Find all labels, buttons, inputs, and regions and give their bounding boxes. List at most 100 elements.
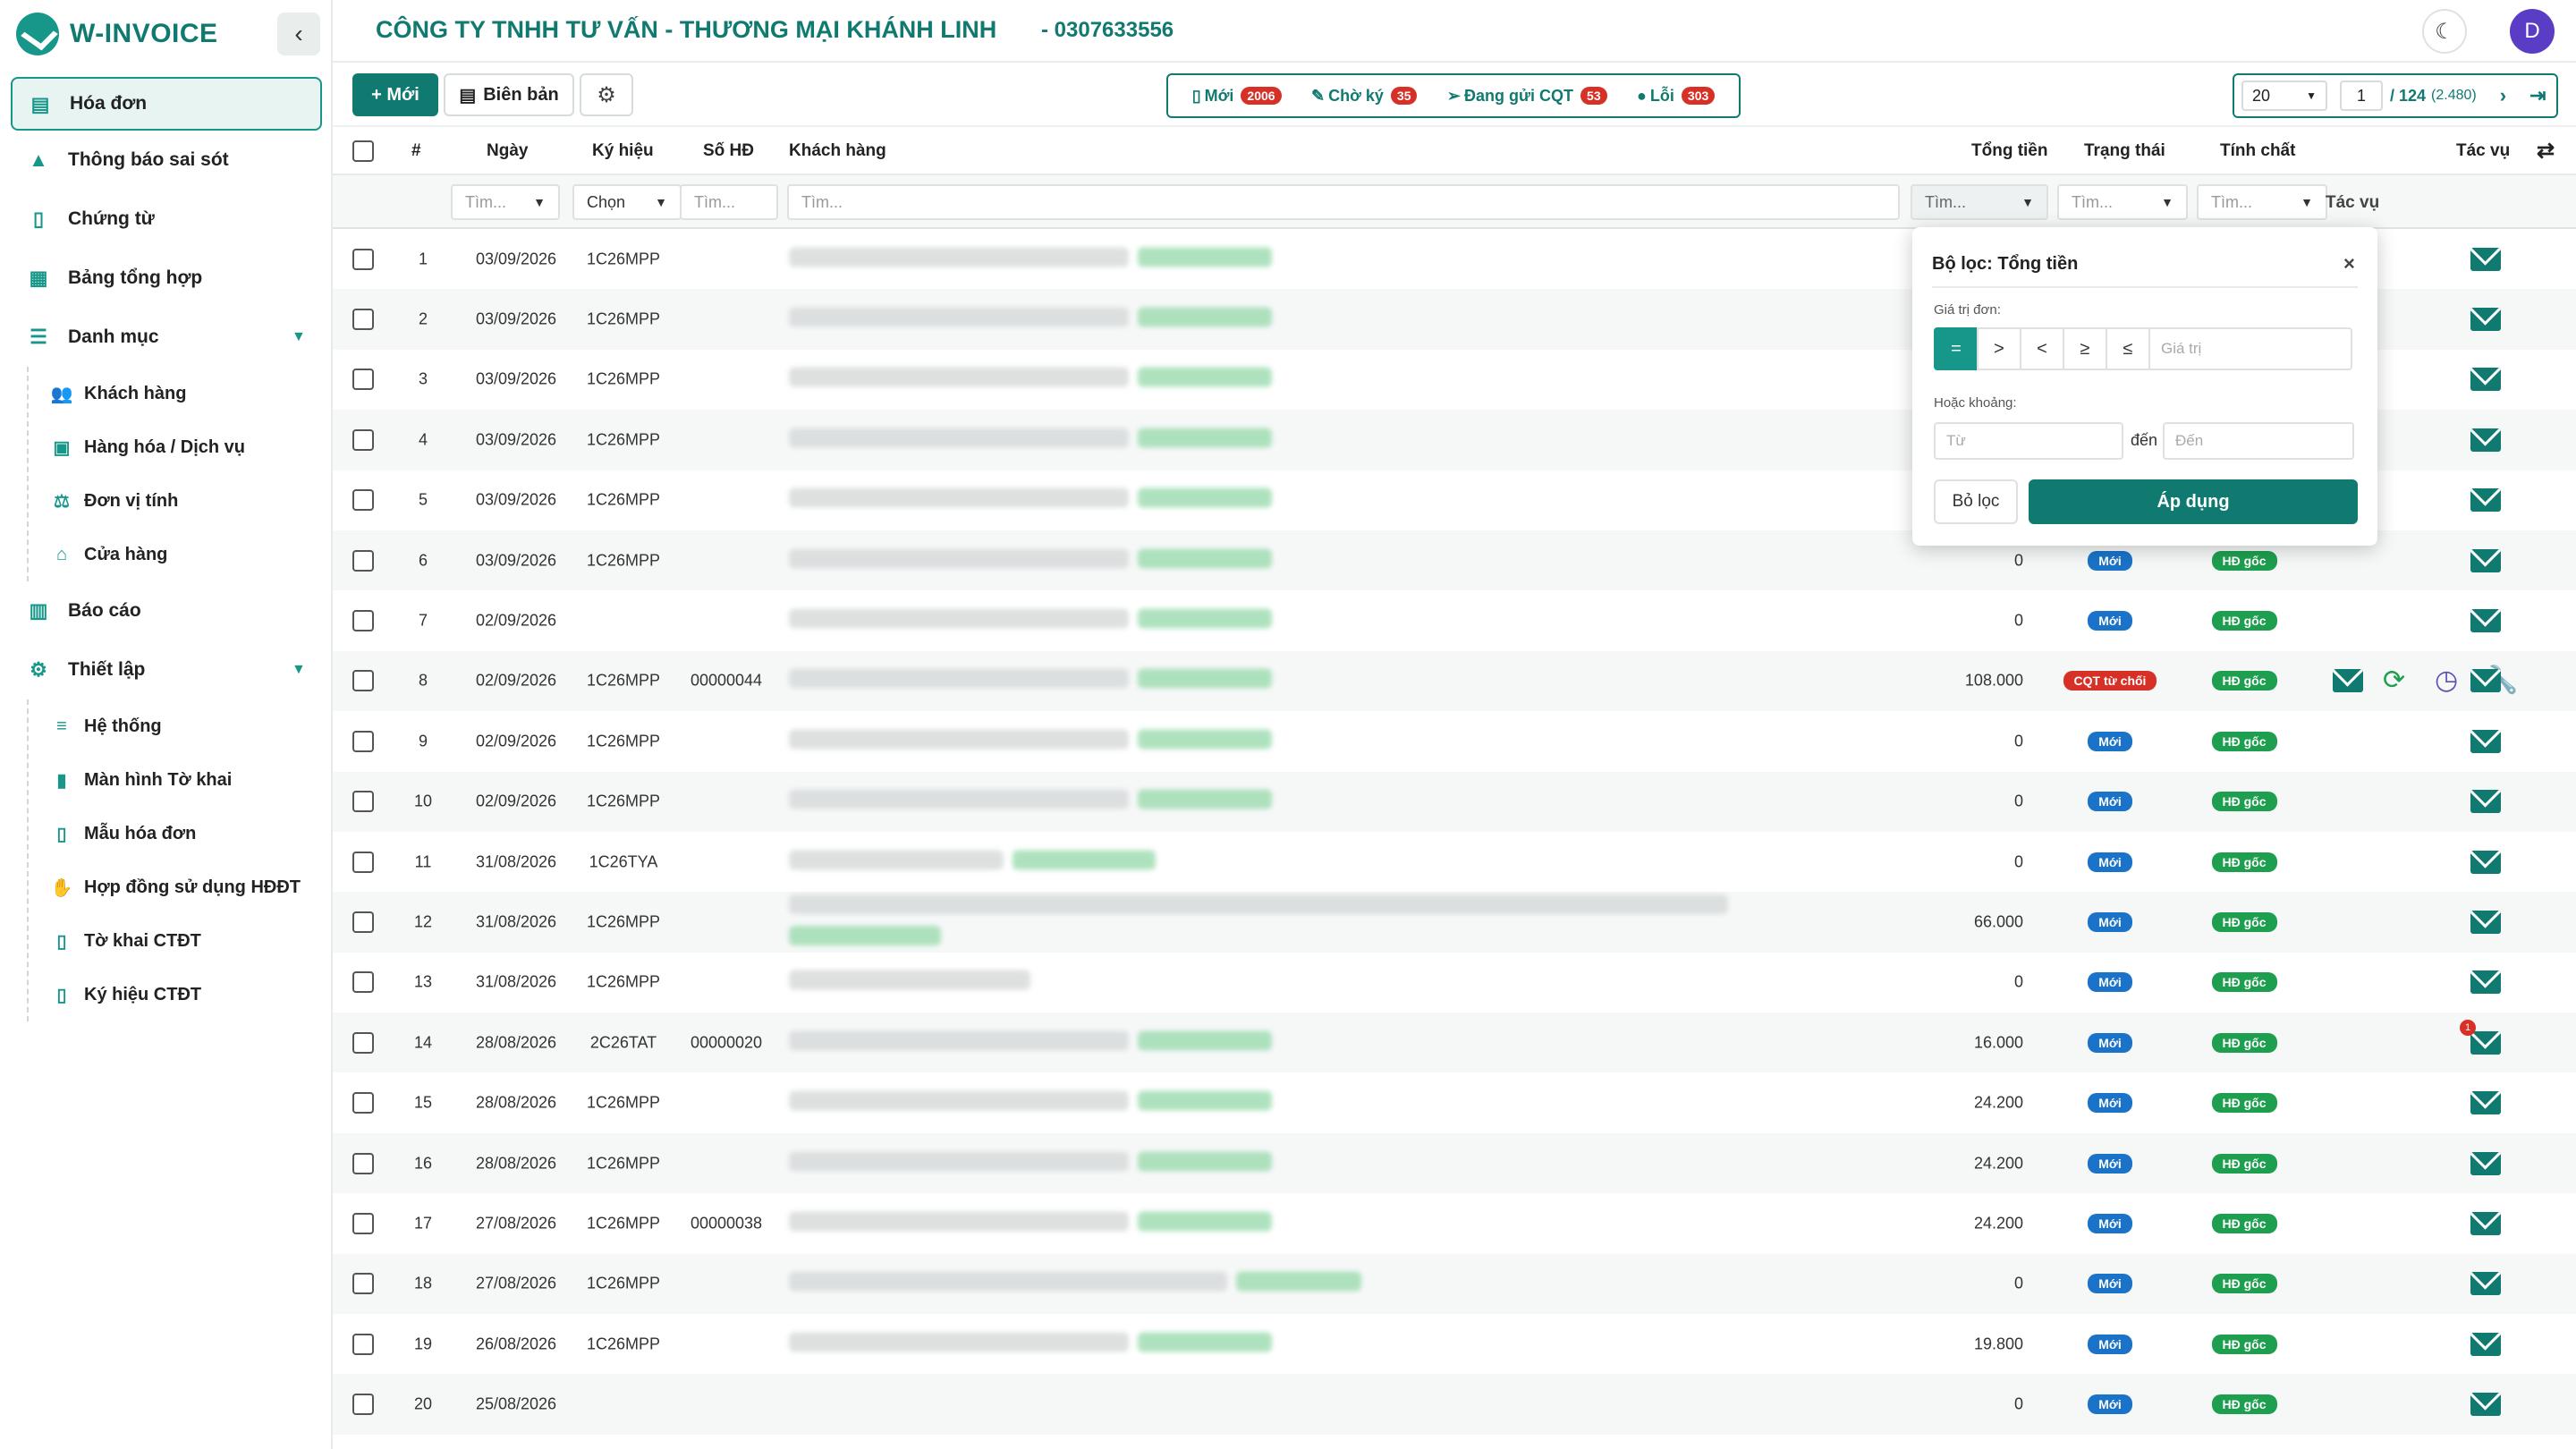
send-email-icon[interactable] xyxy=(2470,1272,2501,1296)
row-customer[interactable] xyxy=(789,1211,1916,1235)
customer-filter[interactable]: Tìm... xyxy=(787,184,1900,220)
last-page-icon[interactable]: ⇥ xyxy=(2529,84,2546,107)
new-invoice-button[interactable]: + Mới xyxy=(352,73,438,116)
send-email-icon[interactable] xyxy=(2470,428,2501,452)
send-email-icon[interactable] xyxy=(2470,1393,2501,1417)
send-email-icon[interactable] xyxy=(2470,1030,2501,1055)
row-customer[interactable] xyxy=(789,894,1916,950)
clear-filter-button[interactable]: Bỏ lọc xyxy=(1934,479,2018,524)
sidebar-item-invoice-templates[interactable]: ▯ Mẫu hóa đơn xyxy=(29,807,333,860)
send-email-icon[interactable] xyxy=(2470,368,2501,392)
send-email-icon[interactable] xyxy=(2470,247,2501,271)
operator-equals[interactable]: = xyxy=(1934,327,1977,370)
sidebar-item-summary[interactable]: ▦ Bảng tổng hợp xyxy=(0,249,333,308)
sidebar-item-contracts[interactable]: ✋ Hợp đồng sử dụng HĐĐT xyxy=(29,860,333,914)
table-row[interactable]: 15 28/08/2026 1C26MPP 24.200 Mới HĐ gốc xyxy=(333,1072,2576,1132)
send-email-icon[interactable] xyxy=(2470,609,2501,633)
operator-less[interactable]: < xyxy=(2020,327,2063,370)
row-customer[interactable] xyxy=(789,1090,1916,1115)
col-status[interactable]: Trạng thái xyxy=(2084,141,2165,161)
avatar[interactable]: D xyxy=(2510,9,2555,54)
sidebar-item-customers[interactable]: 👥 Khách hàng xyxy=(29,367,333,420)
value-input[interactable]: Giá trị xyxy=(2148,327,2352,370)
sidebar-item-ctdt-declaration[interactable]: ▯ Tờ khai CTĐT xyxy=(29,914,333,968)
nature-filter[interactable]: Tìm... ▼ xyxy=(2197,184,2327,220)
sidebar-item-catalog[interactable]: ☰ Danh mục ▼ xyxy=(0,308,333,367)
table-row[interactable]: 18 27/08/2026 1C26MPP 0 Mới HĐ gốc xyxy=(333,1253,2576,1315)
operator-greater[interactable]: > xyxy=(1977,327,2020,370)
row-checkbox[interactable] xyxy=(352,610,374,632)
row-customer[interactable] xyxy=(789,307,1916,332)
send-email-icon[interactable] xyxy=(2470,790,2501,814)
row-customer[interactable] xyxy=(789,729,1916,753)
table-row[interactable]: 16 28/08/2026 1C26MPP 24.200 Mới HĐ gốc xyxy=(333,1132,2576,1194)
dark-mode-toggle[interactable]: ☾ xyxy=(2422,9,2467,54)
send-email-icon[interactable] xyxy=(2470,1091,2501,1115)
row-customer[interactable] xyxy=(789,608,1916,633)
send-email-icon[interactable] xyxy=(2470,850,2501,874)
row-customer[interactable] xyxy=(789,970,1916,995)
table-row[interactable]: 9 02/09/2026 1C26MPP 0 Mới HĐ gốc xyxy=(333,711,2576,771)
collapse-sidebar-button[interactable]: ‹ xyxy=(277,13,320,55)
send-email-icon[interactable] xyxy=(2470,308,2501,332)
sidebar-item-settings[interactable]: ⚙ Thiết lập ▼ xyxy=(0,640,333,699)
row-checkbox[interactable] xyxy=(352,1394,374,1416)
table-row[interactable]: 17 27/08/2026 1C26MPP 00000038 24.200 Mới HĐ g… xyxy=(333,1193,2576,1253)
date-filter[interactable]: Tìm... ▼ xyxy=(451,184,560,220)
close-icon[interactable]: × xyxy=(2343,252,2355,275)
row-customer[interactable] xyxy=(789,668,1916,693)
row-customer[interactable] xyxy=(789,428,1916,452)
send-email-icon[interactable] xyxy=(2470,729,2501,753)
row-checkbox[interactable] xyxy=(352,670,374,692)
row-checkbox[interactable] xyxy=(352,1333,374,1355)
sidebar-item-invoices[interactable]: ▤ Hóa đơn xyxy=(11,77,322,131)
range-from-input[interactable]: Từ xyxy=(1934,422,2123,460)
row-checkbox[interactable] xyxy=(352,248,374,270)
total-filter[interactable]: Tìm... ▼ xyxy=(1911,184,2048,220)
col-nature[interactable]: Tính chất xyxy=(2220,141,2295,161)
select-all-checkbox[interactable] xyxy=(352,140,374,162)
row-customer[interactable] xyxy=(789,548,1916,572)
symbol-filter[interactable]: Chọn ▼ xyxy=(572,184,682,220)
current-page-input[interactable]: 1 xyxy=(2340,80,2383,111)
column-settings-icon[interactable]: ⇄ xyxy=(2537,138,2555,164)
operator-greater-equal[interactable]: ≥ xyxy=(2063,327,2106,370)
row-checkbox[interactable] xyxy=(352,369,374,391)
col-symbol[interactable]: Ký hiệu xyxy=(592,141,654,161)
row-checkbox[interactable] xyxy=(352,971,374,994)
table-row[interactable]: 7 02/09/2026 0 Mới HĐ gốc xyxy=(333,590,2576,650)
table-row[interactable]: 10 02/09/2026 1C26MPP 0 Mới HĐ gốc xyxy=(333,771,2576,832)
send-email-icon[interactable] xyxy=(2470,1332,2501,1356)
refresh-icon[interactable]: ⟳ xyxy=(2383,667,2405,694)
row-checkbox[interactable] xyxy=(352,1092,374,1114)
clock-icon[interactable]: ◷ xyxy=(2435,667,2458,694)
row-checkbox[interactable] xyxy=(352,1212,374,1234)
send-email-icon[interactable] xyxy=(2470,970,2501,995)
row-checkbox[interactable] xyxy=(352,428,374,451)
send-email-icon[interactable] xyxy=(2470,669,2501,693)
minutes-button[interactable]: ▤ Biên bản xyxy=(444,73,574,116)
row-customer[interactable] xyxy=(789,1151,1916,1175)
table-row[interactable]: 20 25/08/2026 0 Mới HĐ gốc xyxy=(333,1374,2576,1435)
sidebar-item-reports[interactable]: ▥ Báo cáo xyxy=(0,581,333,640)
row-customer[interactable] xyxy=(789,1030,1916,1055)
row-checkbox[interactable] xyxy=(352,1031,374,1054)
page-size-select[interactable]: 20 ▼ xyxy=(2241,80,2327,111)
send-email-icon[interactable] xyxy=(2470,1211,2501,1235)
col-number[interactable]: Số HĐ xyxy=(703,141,754,161)
sidebar-item-ctdt-symbols[interactable]: ▯ Ký hiệu CTĐT xyxy=(29,968,333,1021)
status-filter[interactable]: Tìm... ▼ xyxy=(2057,184,2188,220)
sidebar-item-units[interactable]: ⚖ Đơn vị tính xyxy=(29,474,333,528)
col-date[interactable]: Ngày xyxy=(487,141,528,161)
table-row[interactable]: 14 28/08/2026 2C26TAT 00000020 16.000 Mới HĐ g… xyxy=(333,1013,2576,1073)
row-checkbox[interactable] xyxy=(352,851,374,873)
sidebar-item-declaration-screen[interactable]: ▮ Màn hình Tờ khai xyxy=(29,753,333,807)
row-customer[interactable] xyxy=(789,1271,1916,1296)
status-chip-error[interactable]: ● Lỗi 303 xyxy=(1637,87,1716,106)
row-customer[interactable] xyxy=(789,789,1916,814)
row-customer[interactable] xyxy=(789,487,1916,513)
sidebar-item-stores[interactable]: ⌂ Cửa hàng xyxy=(29,528,333,581)
row-checkbox[interactable] xyxy=(352,489,374,512)
range-to-input[interactable]: Đến xyxy=(2163,422,2354,460)
sidebar-item-goods[interactable]: ▣ Hàng hóa / Dịch vụ xyxy=(29,420,333,474)
